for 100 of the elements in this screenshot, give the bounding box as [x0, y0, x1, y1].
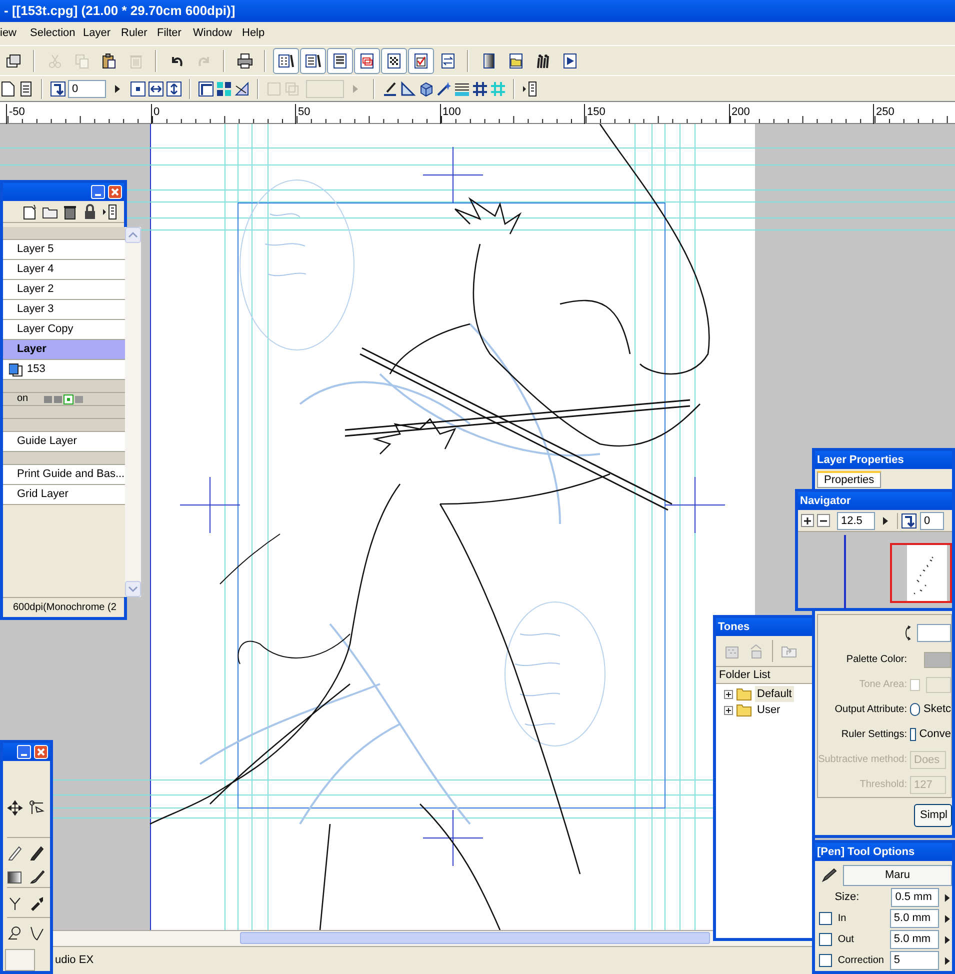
panel-menu-icon[interactable] — [102, 204, 118, 220]
column-header: Folder List — [716, 666, 812, 684]
menu-item[interactable]: Help — [242, 25, 282, 42]
move-icon[interactable] — [7, 800, 23, 816]
trash-icon[interactable] — [62, 204, 78, 220]
rotate-icon[interactable] — [901, 512, 917, 528]
menu-item[interactable]: Ruler — [121, 25, 157, 42]
angle-field[interactable]: 0 — [68, 80, 106, 98]
view-rectangle[interactable] — [890, 543, 952, 603]
close-button[interactable] — [34, 745, 48, 759]
folder-label[interactable]: User — [755, 702, 782, 718]
layer-row[interactable]: Guide Layer — [3, 432, 125, 452]
option-label: Correction — [836, 954, 885, 968]
checkbox[interactable] — [819, 954, 832, 967]
lasso-icon[interactable] — [7, 924, 23, 940]
rotate-arrows-icon[interactable] — [903, 625, 913, 641]
zoom-field[interactable]: 12.5 — [837, 512, 875, 530]
simple-button[interactable]: Simpl — [914, 804, 952, 827]
layer-name: 153 — [27, 362, 46, 378]
expand-icon[interactable] — [724, 690, 733, 698]
minimize-button[interactable] — [91, 185, 105, 199]
brush-button[interactable]: Maru — [843, 864, 952, 886]
layer-row[interactable]: Layer 4 — [3, 260, 125, 280]
minimize-button[interactable] — [17, 745, 31, 759]
menu-item[interactable]: Layer — [83, 25, 121, 42]
value-field[interactable]: 5.0 mm — [890, 909, 940, 928]
layer-row[interactable]: Layer 2 — [3, 280, 125, 300]
eyedropper-icon[interactable] — [29, 894, 45, 910]
value-field[interactable] — [917, 624, 951, 642]
marker-icon[interactable] — [29, 844, 45, 860]
toolbar-button[interactable] — [326, 48, 352, 74]
zoom-out-icon[interactable] — [817, 514, 830, 527]
color-box[interactable] — [5, 949, 35, 971]
toolbar-button[interactable] — [408, 48, 434, 74]
pen-nib-icon[interactable] — [821, 867, 837, 883]
triangle-right-icon[interactable] — [943, 912, 952, 924]
gradient-icon[interactable] — [7, 869, 23, 885]
snap-grid-icon[interactable] — [216, 80, 232, 96]
layer-group-row[interactable]: on — [3, 393, 125, 406]
layer-row[interactable]: Print Guide and Bas... — [3, 465, 125, 485]
tab[interactable]: Properties — [817, 471, 882, 488]
new-layer-icon[interactable] — [22, 204, 38, 220]
panel-icon — [332, 52, 348, 68]
layer-row[interactable]: Layer Copy — [3, 320, 125, 340]
expand-icon[interactable] — [724, 706, 733, 714]
frame-corner-icon[interactable] — [198, 80, 214, 96]
panel-menu-icon[interactable] — [522, 80, 538, 96]
triangle-ruler-icon[interactable] — [234, 80, 250, 96]
lock-icon[interactable] — [82, 204, 98, 220]
checkbox[interactable] — [819, 933, 832, 946]
angle-field[interactable]: 0 — [920, 512, 944, 530]
color-swatch[interactable] — [924, 652, 951, 668]
rotate-icon[interactable] — [50, 80, 66, 96]
menu-item[interactable]: Filter — [157, 25, 193, 42]
pencil-icon[interactable] — [7, 844, 23, 860]
brush-icon[interactable] — [29, 869, 45, 885]
layer-row[interactable]: Grid Layer — [3, 485, 125, 505]
page-icon[interactable] — [0, 80, 16, 96]
scrollbar-thumb[interactable] — [240, 932, 710, 944]
menu-item[interactable]: Selection — [30, 25, 83, 42]
hash-icon[interactable] — [472, 80, 488, 96]
vertical-arrows-icon[interactable] — [166, 80, 182, 96]
option-label: Sketc — [923, 702, 951, 718]
value-field[interactable]: 0.5 mm — [891, 888, 940, 907]
tone-area-field[interactable] — [926, 676, 951, 692]
layer-row[interactable]: Layer 5 — [3, 240, 125, 260]
triangle-right-icon[interactable] — [943, 954, 952, 966]
wand-icon[interactable] — [436, 80, 452, 96]
checkbox[interactable] — [910, 728, 916, 741]
layer-name: Layer Copy — [17, 322, 74, 338]
window-title: Layer Properties — [817, 452, 904, 468]
cube-icon[interactable] — [418, 80, 434, 96]
checkbox[interactable] — [819, 912, 832, 925]
lines-icon[interactable] — [454, 80, 470, 96]
curve-pen-icon[interactable] — [29, 924, 45, 940]
size-field[interactable] — [306, 80, 344, 98]
value-field[interactable]: 5 — [890, 951, 940, 970]
menu-item[interactable]: Window — [193, 25, 242, 42]
toolbar-button[interactable] — [300, 48, 326, 74]
folder-label[interactable]: Default — [755, 686, 794, 702]
object-select-icon[interactable] — [29, 800, 45, 816]
window-title: Navigator — [800, 494, 851, 509]
toolbar-button[interactable] — [380, 48, 406, 74]
value-field[interactable]: 5.0 mm — [890, 930, 940, 949]
radio-button[interactable] — [910, 703, 920, 716]
figures-icon — [534, 52, 550, 68]
toolbar-button[interactable] — [272, 48, 298, 74]
horizontal-arrows-icon[interactable] — [148, 80, 164, 96]
menu-item[interactable]: iew — [0, 25, 30, 42]
close-button[interactable] — [108, 185, 122, 199]
zoom-in-icon[interactable] — [801, 514, 814, 527]
toolbar-button[interactable] — [354, 48, 380, 74]
triangle-right-icon[interactable] — [943, 892, 952, 904]
triangle-right-icon[interactable] — [943, 934, 952, 946]
pen-line-icon[interactable] — [382, 80, 398, 96]
layer-row[interactable]: Layer 3 — [3, 300, 125, 320]
layer-name: Grid Layer — [17, 487, 68, 502]
layer-row[interactable]: Layer — [3, 340, 125, 360]
layer-row[interactable]: 153 — [3, 360, 125, 380]
document-icon[interactable] — [18, 80, 34, 96]
